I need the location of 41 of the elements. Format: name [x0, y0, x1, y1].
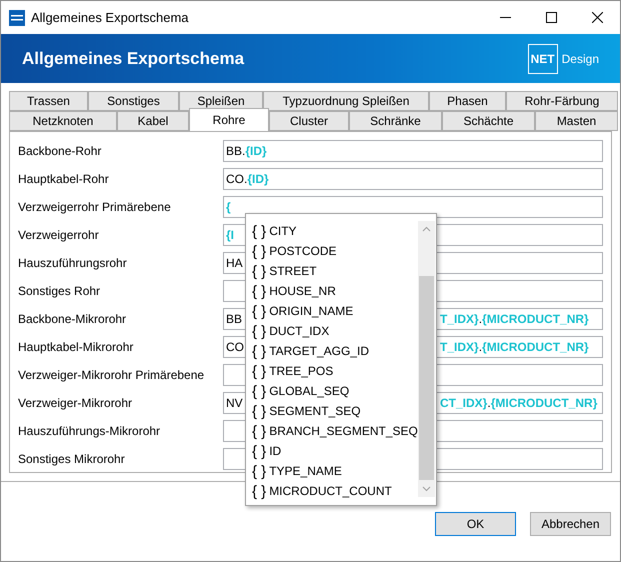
field-label: Hauszuführungs-Mikrorohr: [18, 423, 162, 440]
brand-mark: NET: [528, 44, 558, 74]
field-label: Sonstiges Mikrorohr: [18, 451, 126, 468]
field-label: Hauszuführungsrohr: [18, 255, 128, 272]
field-value: CT_IDX}.{MICRODUCT_NR}: [440, 395, 598, 412]
window-title: Allgemeines Exportschema: [31, 8, 189, 27]
field-label: Sonstiges Rohr: [18, 283, 102, 300]
field-label: Verzweigerrohr: [18, 227, 100, 244]
field-value: T_IDX}.{MICRODUCT_NR}: [440, 311, 589, 328]
field-value: NV: [226, 395, 243, 412]
braces-icon: { }: [252, 464, 266, 478]
braces-icon: { }: [252, 404, 266, 418]
field-value: T_IDX}.{MICRODUCT_NR}: [440, 339, 589, 356]
field-value: HA: [226, 255, 243, 272]
field-label: Backbone-Mikrorohr: [18, 311, 128, 328]
field-value: CO.{ID}: [226, 171, 269, 188]
braces-icon: { }: [252, 484, 266, 498]
braces-icon: { }: [252, 244, 266, 258]
field-value: CO: [226, 339, 244, 356]
braces-icon: { }: [252, 364, 266, 378]
field-label: Backbone-Rohr: [18, 143, 102, 160]
field-label: Hauptkabel-Mikrorohr: [18, 339, 134, 356]
field-value: {I: [226, 227, 234, 244]
braces-icon: { }: [252, 344, 266, 358]
braces-icon: { }: [252, 304, 266, 318]
field-value: BB: [226, 311, 242, 328]
braces-icon: { }: [252, 224, 266, 238]
braces-icon: { }: [252, 324, 266, 338]
braces-icon: { }: [252, 264, 266, 278]
field-label: Verzweiger-Mikrorohr Primärebene: [18, 367, 206, 384]
braces-icon: { }: [252, 284, 266, 298]
braces-icon: { }: [252, 424, 266, 438]
header-title: Allgemeines Exportschema: [22, 48, 244, 70]
field-value: {: [226, 199, 231, 216]
field-label: Hauptkabel-Rohr: [18, 171, 110, 188]
braces-icon: { }: [252, 444, 266, 458]
field-label: Verzweiger-Mikrorohr: [18, 395, 134, 412]
braces-icon: { }: [252, 384, 266, 398]
brand-text: Design: [562, 50, 599, 68]
field-value: BB.{ID}: [226, 143, 267, 160]
field-label: Verzweigerrohr Primärebene: [18, 199, 172, 216]
